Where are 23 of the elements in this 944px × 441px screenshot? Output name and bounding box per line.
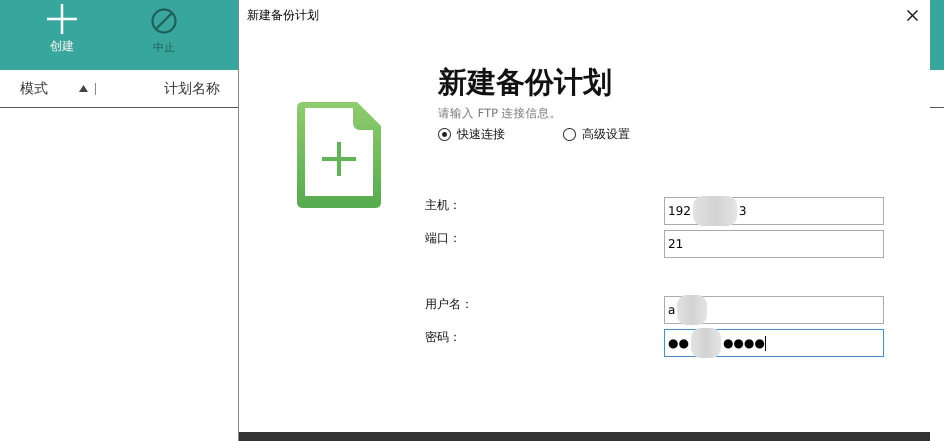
input-field[interactable]: ●● ●●●● xyxy=(664,329,884,357)
column-header[interactable]: 模式 xyxy=(20,80,48,98)
input-field[interactable]: a xyxy=(664,296,884,324)
input-field[interactable]: 192 3 xyxy=(664,197,884,225)
prohibited-icon xyxy=(151,8,177,34)
radio-dot[interactable] xyxy=(563,128,576,141)
plus-icon xyxy=(47,4,77,34)
radio-dot[interactable] xyxy=(438,128,451,141)
close-button[interactable] xyxy=(905,8,920,22)
field-label: 端口： xyxy=(425,230,462,247)
field-label: 密码： xyxy=(425,329,462,346)
input-field[interactable]: 21 xyxy=(664,230,884,258)
instruction-text: 请输入 FTP 连接信息。 xyxy=(438,105,563,121)
dialog-heading: 新建备份计划 xyxy=(438,64,613,101)
field-label: 主机： xyxy=(425,197,462,214)
connection-mode-radio[interactable]: 高级设置 xyxy=(563,126,688,143)
column-header[interactable]: 计划名称 xyxy=(164,80,220,98)
close-icon xyxy=(907,10,918,20)
field-label: 用户名： xyxy=(425,296,474,313)
toolbar-strip xyxy=(930,0,944,70)
window-title: 新建备份计划 xyxy=(247,6,319,24)
new-document-icon xyxy=(297,102,381,208)
connection-mode-radio[interactable]: 快速连接 xyxy=(438,126,563,143)
